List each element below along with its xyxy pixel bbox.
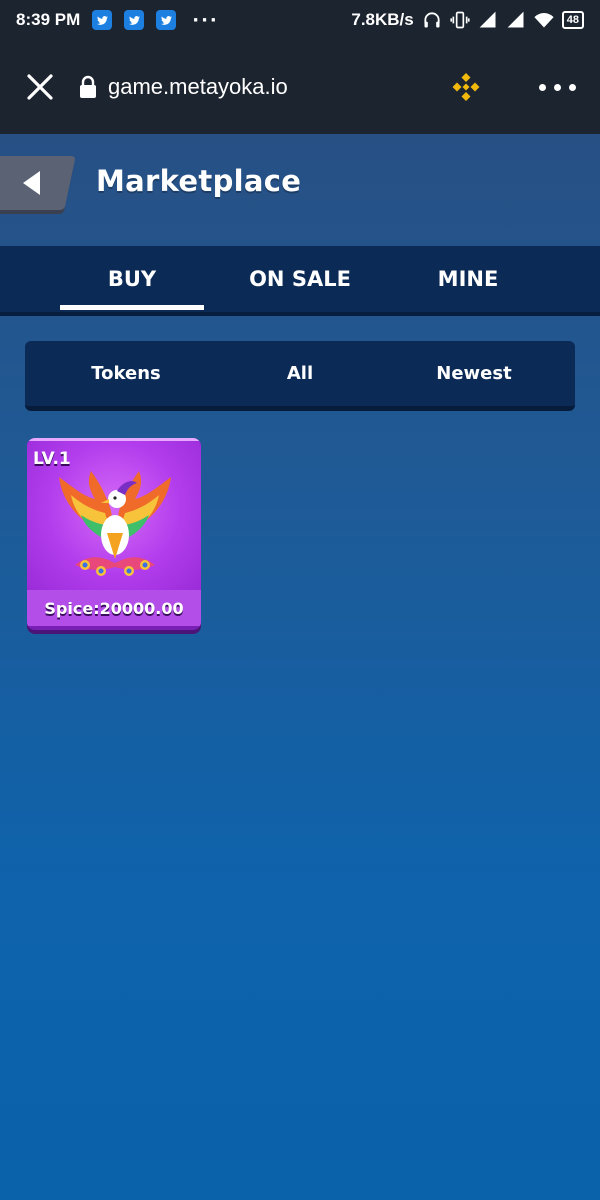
- item-level: LV.1: [33, 449, 71, 469]
- status-bar: 8:39 PM ··· 7.8KB/s 48: [0, 0, 600, 40]
- page-title: Marketplace: [96, 164, 302, 198]
- vibrate-icon: [450, 10, 470, 30]
- close-icon[interactable]: [24, 71, 56, 103]
- filter-category-dropdown[interactable]: All: [239, 341, 361, 405]
- tab-on-sale[interactable]: ON SALE: [228, 246, 372, 312]
- page-header: Marketplace: [0, 134, 600, 246]
- tab-label: ON SALE: [249, 267, 351, 291]
- filter-bar: Tokens All Newest: [25, 341, 575, 411]
- back-arrow-icon: [23, 171, 40, 195]
- signal-icon: [478, 10, 498, 30]
- binance-icon[interactable]: [449, 70, 483, 104]
- back-button[interactable]: [0, 156, 76, 210]
- signal-icon: [506, 10, 526, 30]
- headset-icon: [422, 10, 442, 30]
- status-time: 8:39 PM: [16, 10, 81, 29]
- twitter-icon: [92, 10, 113, 30]
- item-card[interactable]: LV.1 Spice:20000.00: [27, 438, 201, 630]
- more-options-icon[interactable]: [539, 83, 576, 91]
- tab-label: BUY: [107, 267, 157, 291]
- item-image: LV.1: [27, 438, 201, 590]
- active-tab-indicator: [60, 305, 204, 310]
- tab-mine[interactable]: MINE: [396, 246, 540, 312]
- wifi-icon: [534, 10, 554, 30]
- twitter-icon: [124, 10, 145, 30]
- twitter-icon: [156, 10, 177, 30]
- url-text[interactable]: game.metayoka.io: [108, 74, 288, 100]
- net-speed: 7.8KB/s: [351, 10, 414, 29]
- battery-indicator: 48: [561, 11, 584, 29]
- more-notifications-icon: ···: [192, 9, 219, 31]
- marketplace-tabs: BUY ON SALE MINE: [0, 246, 600, 316]
- browser-bar: game.metayoka.io: [0, 40, 600, 134]
- item-price: Spice:20000.00: [27, 590, 201, 626]
- tab-label: MINE: [437, 267, 499, 291]
- sort-dropdown[interactable]: Newest: [413, 341, 535, 405]
- phoenix-icon: [59, 471, 171, 576]
- tab-buy[interactable]: BUY: [60, 246, 204, 312]
- filter-type-dropdown[interactable]: Tokens: [65, 341, 187, 405]
- lock-icon: [78, 75, 98, 99]
